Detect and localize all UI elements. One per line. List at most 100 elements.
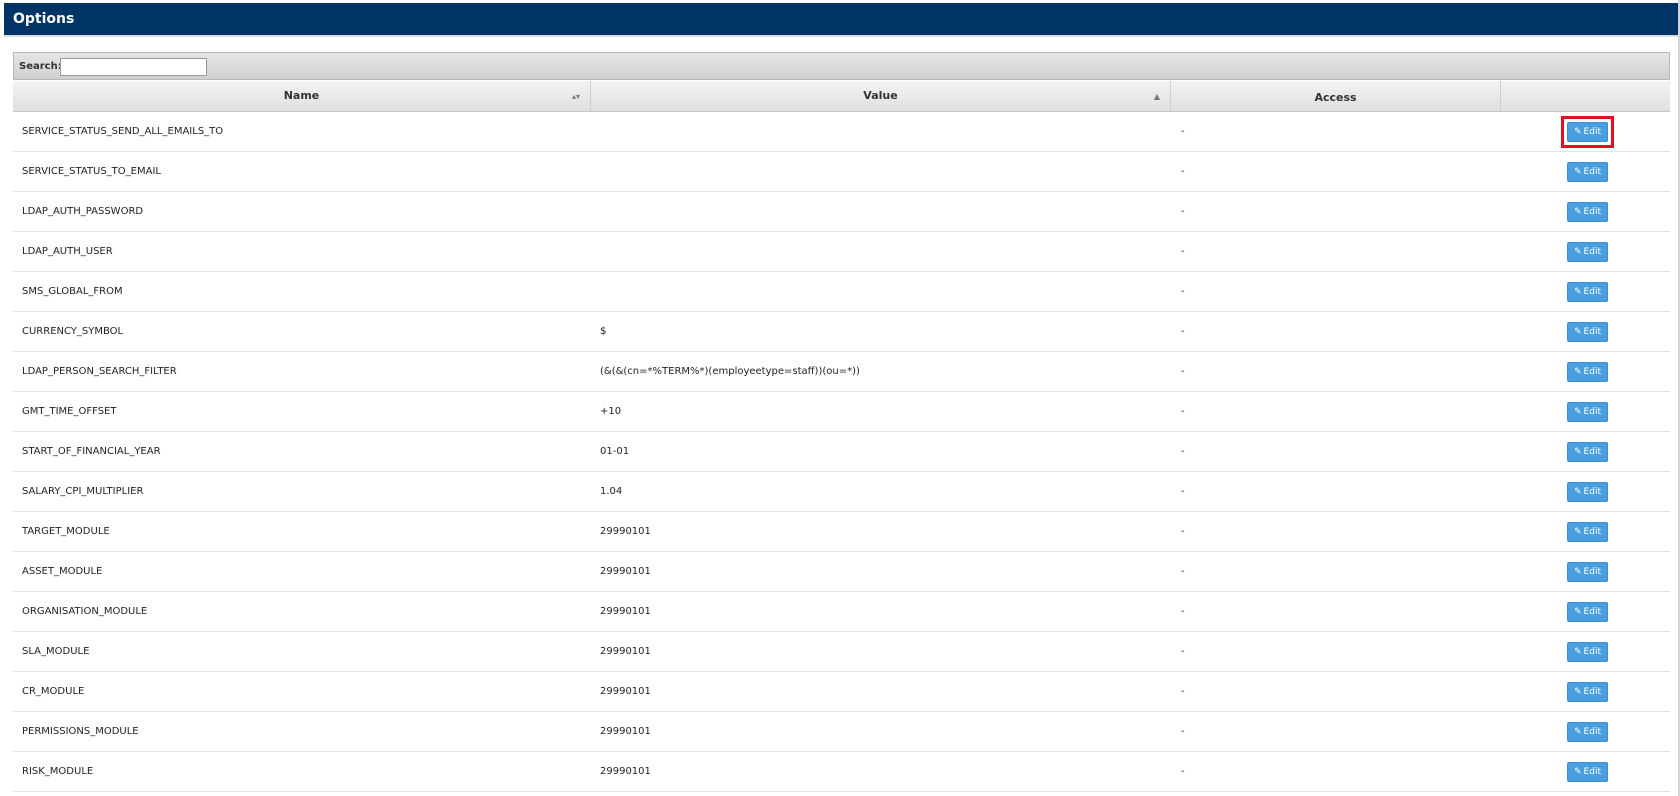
column-header-name[interactable]: Name ▴▾ <box>13 81 591 112</box>
edit-button[interactable]: ✎ Edit <box>1567 562 1608 582</box>
pencil-icon: ✎ <box>1574 367 1582 377</box>
edit-button[interactable]: ✎ Edit <box>1567 402 1608 422</box>
table-body: SERVICE_STATUS_SEND_ALL_EMAILS_TO - ✎ Edit S… <box>13 112 1670 792</box>
option-access: - <box>1181 246 1185 257</box>
option-value: +10 <box>600 406 622 417</box>
column-header-value[interactable]: Value ▲ <box>591 81 1171 112</box>
option-value: $ <box>600 326 607 337</box>
pencil-icon: ✎ <box>1574 127 1582 137</box>
table-row: PERMISSIONS_MODULE 29990101 - ✎ Edit <box>13 712 1670 752</box>
pencil-icon: ✎ <box>1574 647 1582 657</box>
table-row: SERVICE_STATUS_SEND_ALL_EMAILS_TO - ✎ Edit <box>13 112 1670 152</box>
option-value: 1.04 <box>600 486 623 497</box>
table-row: LDAP_PERSON_SEARCH_FILTER (&(&(cn=*%TERM%… <box>13 352 1670 392</box>
edit-button[interactable]: ✎ Edit <box>1567 362 1608 382</box>
pencil-icon: ✎ <box>1574 447 1582 457</box>
option-access: - <box>1181 206 1185 217</box>
option-access: - <box>1181 726 1185 737</box>
edit-button[interactable]: ✎ Edit <box>1567 522 1608 542</box>
search-label: Search: <box>19 61 62 72</box>
edit-button-label: Edit <box>1583 487 1601 497</box>
edit-button-label: Edit <box>1583 687 1601 697</box>
option-access: - <box>1181 566 1185 577</box>
edit-button[interactable]: ✎ Edit <box>1567 202 1608 222</box>
pencil-icon: ✎ <box>1574 767 1582 777</box>
edit-button[interactable]: ✎ Edit <box>1567 602 1608 622</box>
option-name: TARGET_MODULE <box>22 526 110 537</box>
option-access: - <box>1181 166 1185 177</box>
edit-button[interactable]: ✎ Edit <box>1567 722 1608 742</box>
option-name: GMT_TIME_OFFSET <box>22 406 117 417</box>
table-row: SERVICE_STATUS_TO_EMAIL - ✎ Edit <box>13 152 1670 192</box>
option-name: ASSET_MODULE <box>22 566 103 577</box>
edit-button-label: Edit <box>1583 647 1601 657</box>
edit-button-label: Edit <box>1583 527 1601 537</box>
option-name: CR_MODULE <box>22 686 85 697</box>
option-access: - <box>1181 526 1185 537</box>
page-title: Options <box>13 11 75 27</box>
pencil-icon: ✎ <box>1574 327 1582 337</box>
table-row: CURRENCY_SYMBOL $ - ✎ Edit <box>13 312 1670 352</box>
edit-button[interactable]: ✎ Edit <box>1567 282 1608 302</box>
header-divider <box>4 35 1680 37</box>
pencil-icon: ✎ <box>1574 207 1582 217</box>
option-name: LDAP_AUTH_PASSWORD <box>22 206 144 217</box>
table-row: ORGANISATION_MODULE 29990101 - ✎ Edit <box>13 592 1670 632</box>
edit-button-label: Edit <box>1583 567 1601 577</box>
edit-button[interactable]: ✎ Edit <box>1567 322 1608 342</box>
option-name: ORGANISATION_MODULE <box>22 606 148 617</box>
pencil-icon: ✎ <box>1574 687 1582 697</box>
search-input[interactable] <box>60 58 207 76</box>
option-name: SALARY_CPI_MULTIPLIER <box>22 486 144 497</box>
edit-button-label: Edit <box>1583 367 1601 377</box>
table-toolbar: Search: <box>13 52 1670 80</box>
edit-button[interactable]: ✎ Edit <box>1567 762 1608 782</box>
edit-button-label: Edit <box>1583 127 1601 137</box>
edit-button-label: Edit <box>1583 327 1601 337</box>
edit-button[interactable]: ✎ Edit <box>1567 122 1608 142</box>
edit-button[interactable]: ✎ Edit <box>1567 482 1608 502</box>
option-name: CURRENCY_SYMBOL <box>22 326 124 337</box>
edit-button-label: Edit <box>1583 447 1601 457</box>
option-value: 29990101 <box>600 526 651 537</box>
option-name: SLA_MODULE <box>22 646 90 657</box>
table-row: CR_MODULE 29990101 - ✎ Edit <box>13 672 1670 712</box>
option-value: 29990101 <box>600 606 651 617</box>
table-row: RISK_MODULE 29990101 - ✎ Edit <box>13 752 1670 792</box>
table-row: SALARY_CPI_MULTIPLIER 1.04 - ✎ Edit <box>13 472 1670 512</box>
edit-button[interactable]: ✎ Edit <box>1567 242 1608 262</box>
pencil-icon: ✎ <box>1574 487 1582 497</box>
option-value: 29990101 <box>600 646 651 657</box>
pencil-icon: ✎ <box>1574 247 1582 257</box>
option-access: - <box>1181 406 1185 417</box>
option-access: - <box>1181 606 1185 617</box>
option-access: - <box>1181 366 1185 377</box>
option-name: SMS_GLOBAL_FROM <box>22 286 123 297</box>
option-name: SERVICE_STATUS_SEND_ALL_EMAILS_TO <box>22 126 224 137</box>
pencil-icon: ✎ <box>1574 407 1582 417</box>
column-header-access[interactable]: Access <box>1171 81 1501 112</box>
option-access: - <box>1181 446 1185 457</box>
edit-button-label: Edit <box>1583 727 1601 737</box>
edit-button-label: Edit <box>1583 247 1601 257</box>
option-value: 01-01 <box>600 446 630 457</box>
edit-button[interactable]: ✎ Edit <box>1567 162 1608 182</box>
pencil-icon: ✎ <box>1574 567 1582 577</box>
option-value: 29990101 <box>600 566 651 577</box>
table-row: GMT_TIME_OFFSET +10 - ✎ Edit <box>13 392 1670 432</box>
option-name: LDAP_PERSON_SEARCH_FILTER <box>22 366 177 377</box>
edit-button[interactable]: ✎ Edit <box>1567 442 1608 462</box>
pencil-icon: ✎ <box>1574 167 1582 177</box>
option-access: - <box>1181 326 1185 337</box>
table-row: LDAP_AUTH_PASSWORD - ✎ Edit <box>13 192 1670 232</box>
pencil-icon: ✎ <box>1574 727 1582 737</box>
table-row: SLA_MODULE 29990101 - ✎ Edit <box>13 632 1670 672</box>
edit-button-label: Edit <box>1583 607 1601 617</box>
pencil-icon: ✎ <box>1574 287 1582 297</box>
pencil-icon: ✎ <box>1574 527 1582 537</box>
edit-button[interactable]: ✎ Edit <box>1567 682 1608 702</box>
option-name: SERVICE_STATUS_TO_EMAIL <box>22 166 161 177</box>
edit-button[interactable]: ✎ Edit <box>1567 642 1608 662</box>
table-row: TARGET_MODULE 29990101 - ✎ Edit <box>13 512 1670 552</box>
option-name: RISK_MODULE <box>22 766 94 777</box>
